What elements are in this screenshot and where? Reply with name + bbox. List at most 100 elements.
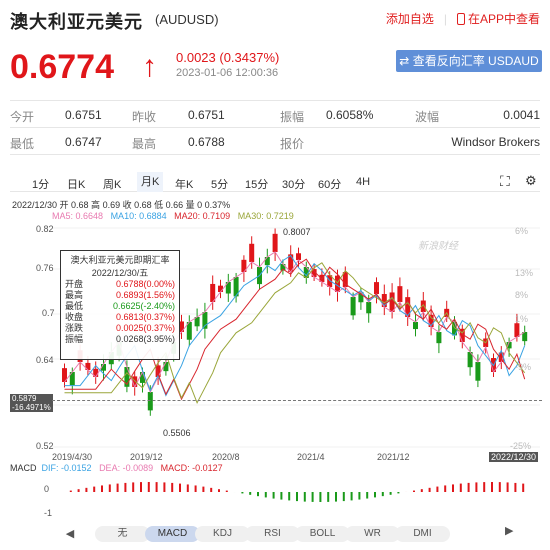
- tooltip-label: 开盘: [65, 279, 84, 289]
- macd-bar: [514, 482, 517, 492]
- tab-weekly[interactable]: 周K: [103, 176, 121, 192]
- tab-wr[interactable]: WR: [345, 526, 400, 542]
- macd-chart: [69, 482, 525, 502]
- macd-bar: [155, 482, 158, 492]
- high-label: 0.8007: [283, 227, 311, 237]
- tab-boll[interactable]: BOLL: [295, 526, 350, 542]
- period-tabs: 1分 日K 周K 月K 年K 5分 15分 30分 60分 4H ⛶ ⚙: [10, 172, 540, 192]
- stats-row: 最低 0.6747 最高 0.6788 报价 Windsor Brokers: [10, 129, 540, 153]
- ma-legend: MA5: 0.6648 MA10: 0.6884 MA20: 0.7109 MA…: [52, 211, 294, 221]
- fullscreen-icon[interactable]: ⛶: [500, 173, 510, 190]
- tab-1min[interactable]: 1分: [32, 176, 49, 192]
- stat-label: 振幅: [280, 110, 305, 124]
- current-price: 0.6774: [10, 48, 114, 86]
- candle: [218, 285, 223, 292]
- tab-macd[interactable]: MACD: [145, 526, 200, 542]
- y-tick: 0.52: [36, 441, 54, 451]
- tooltip-title: 澳大利亚元美元即期汇率: [70, 255, 170, 265]
- candle: [163, 362, 169, 372]
- watermark: 新浪财经: [418, 241, 458, 252]
- y-tick: 0.7: [42, 308, 55, 318]
- macd-bar: [506, 482, 509, 492]
- stat-label: 今开: [10, 110, 35, 124]
- tab-yearly[interactable]: 年K: [175, 176, 193, 192]
- tab-5min[interactable]: 5分: [211, 176, 228, 192]
- macd-bar: [77, 489, 80, 492]
- tooltip-label: 收盘: [65, 312, 84, 322]
- tab-monthly[interactable]: 月K: [137, 172, 164, 192]
- low-label: 0.5506: [163, 428, 191, 438]
- up-arrow-icon: ↑: [142, 50, 157, 83]
- stat-label: 波幅: [415, 110, 440, 124]
- macd-bar: [522, 483, 525, 492]
- swap-icon: ⇄: [399, 54, 413, 68]
- divider: [10, 154, 540, 155]
- tab-30min[interactable]: 30分: [282, 176, 305, 192]
- candle: [436, 332, 442, 344]
- x-tick: 2020/8: [212, 452, 240, 462]
- next-icon[interactable]: ▶: [505, 524, 513, 537]
- macd-bar: [459, 483, 462, 492]
- macd-bar: [342, 492, 345, 502]
- divider: |: [443, 11, 447, 26]
- macd-bar: [140, 482, 142, 492]
- tab-15min[interactable]: 15分: [245, 176, 268, 192]
- macd-bar: [241, 492, 244, 494]
- macd-bar: [69, 490, 72, 492]
- cursor-price: 0.5879 -16.4971%: [10, 394, 53, 412]
- candle: [85, 362, 91, 370]
- tab-rsi[interactable]: RSI: [245, 526, 300, 542]
- macd-bar: [413, 490, 415, 492]
- price-change: 0.0023 (0.3437%): [176, 50, 280, 65]
- candle: [475, 362, 481, 381]
- macd-bar: [335, 492, 337, 502]
- add-watchlist-button[interactable]: 添加自选: [386, 10, 434, 27]
- macd-bar: [272, 492, 275, 499]
- macd-bar: [85, 487, 88, 492]
- macd-bar: [389, 492, 392, 495]
- stat-value: 0.6058%: [326, 108, 374, 122]
- tab-daily[interactable]: 日K: [67, 176, 85, 192]
- pct-tick: 13%: [515, 268, 534, 278]
- prev-icon[interactable]: ◀: [60, 526, 80, 542]
- tab-none[interactable]: 无: [95, 526, 150, 542]
- x-tick: 2021/12: [377, 452, 410, 462]
- stat-value: Windsor Brokers: [451, 135, 540, 149]
- macd-bar: [350, 492, 353, 501]
- macd-bar: [179, 483, 181, 492]
- stat-value: 0.6788: [188, 135, 225, 149]
- tooltip-label: 振幅: [65, 334, 84, 344]
- settings-icon[interactable]: ⚙: [525, 173, 537, 189]
- divider: [10, 100, 540, 101]
- macd-bar: [194, 485, 197, 492]
- macd-bar: [171, 482, 174, 492]
- candle: [272, 233, 278, 252]
- stat-label: 报价: [280, 137, 305, 151]
- indicator-tabs: ◀ 无 MACD KDJ RSI BOLL WR DMI: [60, 524, 460, 542]
- tooltip-value: 0.6813(0.37%): [115, 312, 175, 322]
- page-title: 澳大利亚元美元: [10, 12, 143, 32]
- reverse-rate-button[interactable]: ⇄ 查看反向汇率 USDAUD: [396, 50, 542, 72]
- tab-kdj[interactable]: KDJ: [195, 526, 250, 542]
- macd-bar: [366, 492, 369, 499]
- candle: [350, 297, 356, 316]
- phone-icon: [456, 13, 465, 25]
- ohlc-info: 2022/12/30 开 0.68 高 0.69 收 0.68 低 0.66 量…: [12, 200, 231, 210]
- tab-4h[interactable]: 4H: [356, 176, 370, 188]
- tooltip-value: 0.6893(1.56%): [115, 290, 175, 300]
- macd-bar: [124, 482, 127, 492]
- macd-bar: [93, 486, 96, 492]
- tab-dmi[interactable]: DMI: [395, 526, 450, 542]
- open-app-button[interactable]: 在APP中查看: [456, 10, 540, 27]
- pct-tick: 6%: [515, 226, 529, 236]
- macd-bar: [420, 489, 423, 492]
- pct-tick: 1%: [515, 314, 529, 324]
- macd-bar: [186, 484, 189, 492]
- macd-bar: [288, 492, 291, 501]
- macd-bar: [296, 492, 298, 502]
- macd-bar: [374, 492, 376, 498]
- candle: [374, 282, 379, 294]
- tooltip-label: 最高: [65, 290, 84, 300]
- macd-bar: [163, 482, 166, 492]
- tab-60min[interactable]: 60分: [318, 176, 341, 192]
